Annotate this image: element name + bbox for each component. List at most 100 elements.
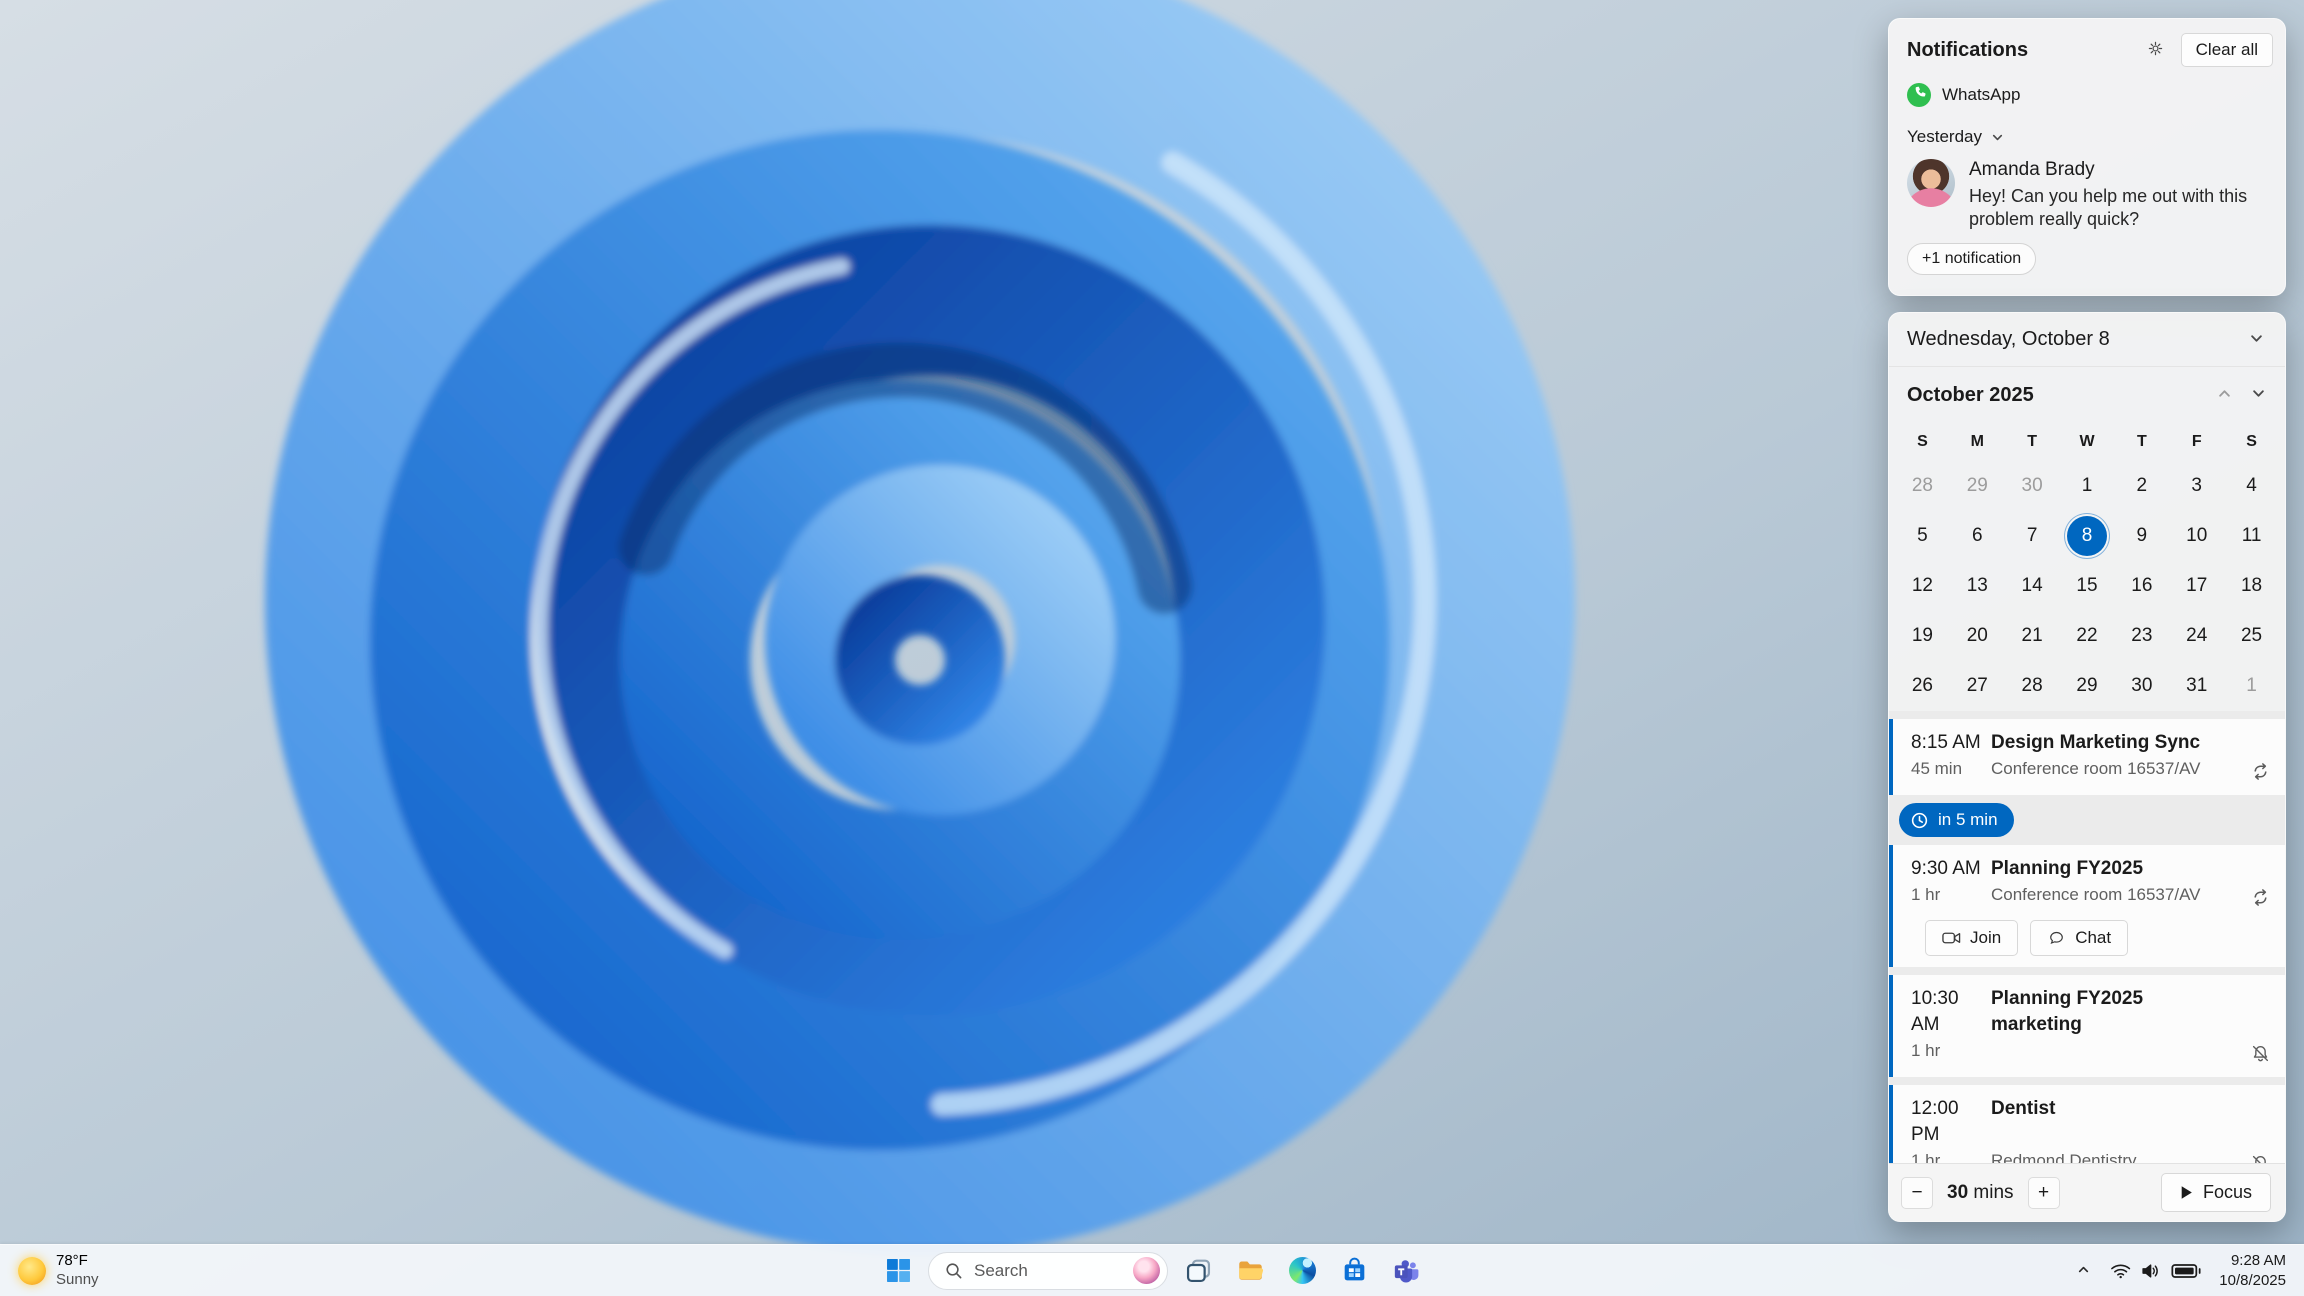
calendar-day-18[interactable]: 18	[2224, 561, 2279, 611]
day-number: 2	[2136, 475, 2148, 496]
weather-widget[interactable]: 78°F Sunny	[6, 1248, 111, 1294]
calendar-day-1[interactable]: 1	[2224, 661, 2279, 711]
chat-icon	[2047, 930, 2066, 946]
start-button[interactable]	[876, 1249, 920, 1293]
notification-settings-button[interactable]	[2139, 33, 2173, 67]
edge-button[interactable]	[1280, 1249, 1324, 1293]
calendar-day-9[interactable]: 9	[2114, 511, 2169, 561]
calendar-day-3[interactable]: 3	[2169, 461, 2224, 511]
calendar-day-30[interactable]: 30	[2114, 661, 2169, 711]
day-number: 28	[2021, 675, 2043, 696]
more-notifications-button[interactable]: +1 notification	[1907, 243, 2037, 276]
focus-button[interactable]: Focus	[2160, 1173, 2271, 1212]
calendar-day-7[interactable]: 7	[2005, 511, 2060, 561]
store-button[interactable]	[1332, 1249, 1376, 1293]
collapse-calendar-button[interactable]	[2239, 323, 2273, 357]
day-number: 29	[1966, 475, 1988, 496]
calendar-day-28[interactable]: 28	[2005, 661, 2060, 711]
calendar-day-19[interactable]: 19	[1895, 611, 1950, 661]
agenda-event[interactable]: 8:15 AM Design Marketing Sync 45 min Confer…	[1889, 719, 2285, 795]
event-title: Planning FY2025 marketing	[1991, 988, 2144, 1035]
day-number: 7	[2026, 525, 2038, 546]
calendar-day-8[interactable]: 8	[2060, 511, 2115, 561]
calendar-day-5[interactable]: 5	[1895, 511, 1950, 561]
calendar-day-21[interactable]: 21	[2005, 611, 2060, 661]
calendar-day-1[interactable]: 1	[2060, 461, 2115, 511]
clear-all-button[interactable]: Clear all	[2180, 33, 2273, 67]
calendar-day-11[interactable]: 11	[2224, 511, 2279, 561]
teams-button[interactable]	[1384, 1249, 1428, 1293]
system-tray-group[interactable]	[2100, 1254, 2211, 1288]
task-view-icon	[1185, 1257, 1212, 1284]
notification-app-group[interactable]: WhatsApp	[1889, 75, 2285, 115]
calendar-day-20[interactable]: 20	[1950, 611, 2005, 661]
calendar-day-12[interactable]: 12	[1895, 561, 1950, 611]
join-button[interactable]: Join	[1925, 920, 2019, 956]
calendar-day-22[interactable]: 22	[2060, 611, 2115, 661]
repeat-icon[interactable]	[2245, 758, 2275, 784]
calendar-day-27[interactable]: 27	[1950, 661, 2005, 711]
notification-item[interactable]: Amanda Brady Hey! Can you help me out wi…	[1889, 155, 2285, 243]
taskbar-search[interactable]: Search	[928, 1251, 1168, 1290]
calendar-day-23[interactable]: 23	[2114, 611, 2169, 661]
calendar-day-24[interactable]: 24	[2169, 611, 2224, 661]
day-number: 25	[2240, 625, 2263, 646]
calendar-day-15[interactable]: 15	[2060, 561, 2115, 611]
bell-off-icon[interactable]	[2245, 1040, 2275, 1066]
day-number: 30	[2021, 475, 2043, 496]
day-number: 12	[1911, 575, 1933, 596]
agenda-event[interactable]: 10:30 AM Planning FY2025 marketing 1 hr	[1889, 975, 2285, 1077]
focus-bar: − 30 mins + Focus	[1889, 1163, 2285, 1221]
notification-section-header[interactable]: Yesterday	[1889, 115, 2285, 155]
next-month-button[interactable]	[2241, 378, 2275, 412]
bell-off-icon[interactable]	[2245, 1150, 2275, 1163]
event-location: Conference room 16537/AV	[1991, 885, 2201, 904]
reminder-badge: in 5 min	[1899, 803, 2014, 837]
event-duration: 1 hr	[1911, 1041, 1941, 1060]
day-number: 11	[2241, 525, 2262, 546]
taskbar-clock[interactable]: 9:28 AM 10/8/2025	[2213, 1247, 2296, 1294]
calendar-day-14[interactable]: 14	[2005, 561, 2060, 611]
reminder-label: in 5 min	[1938, 810, 1998, 829]
calendar-day-16[interactable]: 16	[2114, 561, 2169, 611]
calendar-day-10[interactable]: 10	[2169, 511, 2224, 561]
calendar-day-17[interactable]: 17	[2169, 561, 2224, 611]
repeat-icon[interactable]	[2245, 884, 2275, 910]
tray-chevron-button[interactable]	[2068, 1252, 2098, 1290]
notifications-header: Notifications Clear all	[1889, 19, 2285, 75]
chat-button[interactable]: Chat	[2030, 920, 2129, 956]
event-time: 12:00 PM	[1911, 1098, 1959, 1145]
day-header-6: S	[2246, 433, 2257, 450]
calendar-day-30[interactable]: 30	[2005, 461, 2060, 511]
agenda-event[interactable]: 12:00 PM Dentist 1 hr Redmond Dentistry	[1889, 1085, 2285, 1163]
calendar-day-6[interactable]: 6	[1950, 511, 2005, 561]
taskbar: 78°F Sunny Search 9:28 AM 10/8/2025	[0, 1244, 2304, 1296]
calendar-day-28[interactable]: 28	[1895, 461, 1950, 511]
calendar-day-25[interactable]: 25	[2224, 611, 2279, 661]
taskbar-right: 9:28 AM 10/8/2025	[2068, 1245, 2296, 1296]
day-number: 21	[2021, 625, 2043, 646]
calendar-day-4[interactable]: 4	[2224, 461, 2279, 511]
calendar-day-2[interactable]: 2	[2114, 461, 2169, 511]
day-number: 1	[2081, 475, 2093, 496]
prev-month-button[interactable]	[2207, 378, 2241, 412]
calendar-day-29[interactable]: 29	[2060, 661, 2115, 711]
calendar-day-26[interactable]: 26	[1895, 661, 1950, 711]
gear-icon	[2148, 41, 2163, 59]
decrease-focus-button[interactable]: −	[1901, 1176, 1933, 1209]
chevron-down-icon	[2251, 386, 2266, 404]
focus-duration: 30 mins	[1947, 1182, 2014, 1204]
increase-focus-button[interactable]: +	[2027, 1176, 2060, 1209]
calendar-day-31[interactable]: 31	[2169, 661, 2224, 711]
calendar-day-13[interactable]: 13	[1950, 561, 2005, 611]
chevron-down-icon	[1991, 131, 2004, 144]
calendar-day-29[interactable]: 29	[1950, 461, 2005, 511]
search-highlight-image[interactable]	[1133, 1257, 1160, 1284]
day-number: 27	[1966, 675, 1988, 696]
notification-sender: Amanda Brady	[1969, 159, 2095, 180]
task-view-button[interactable]	[1176, 1249, 1220, 1293]
agenda-event[interactable]: 9:30 AM Planning FY2025 1 hr Conference roo…	[1889, 845, 2285, 967]
file-explorer-button[interactable]	[1228, 1249, 1272, 1293]
day-header-2: T	[2027, 433, 2038, 450]
chevron-up-icon	[2217, 386, 2232, 404]
